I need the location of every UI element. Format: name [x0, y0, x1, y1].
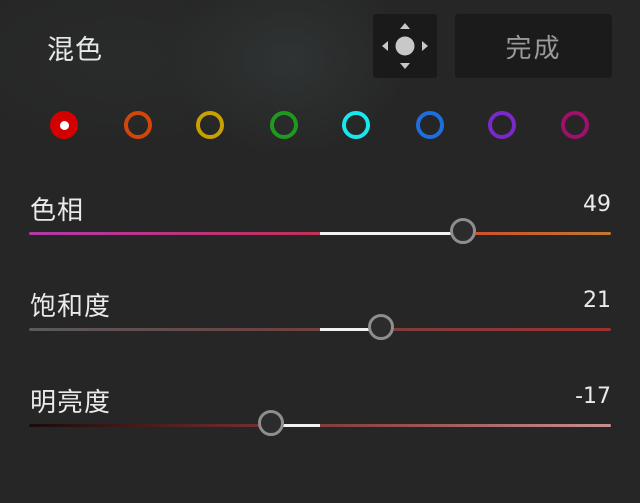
swatch-magenta[interactable] [561, 111, 589, 139]
slider-value: -17 [575, 384, 611, 409]
swatch-green[interactable] [270, 111, 298, 139]
slider-hue: 色相 49 [0, 190, 640, 270]
slider-label: 色相 [30, 196, 85, 226]
color-swatch-row [0, 108, 640, 148]
slider-luminance: 明亮度 -17 [0, 382, 640, 462]
slider-value: 49 [583, 192, 611, 217]
done-button[interactable]: 完成 [455, 14, 612, 78]
move-arrows-icon [382, 23, 428, 69]
swatch-aqua[interactable] [342, 111, 370, 139]
targeted-adjustment-button[interactable] [373, 14, 437, 78]
slider-thumb[interactable] [368, 314, 395, 340]
color-mix-panel: 混色 完成 色相 49 饱和度 21 明亮度 -17 [0, 0, 640, 503]
swatch-orange[interactable] [124, 111, 152, 139]
swatch-red[interactable] [50, 111, 78, 139]
swatch-purple[interactable] [488, 111, 516, 139]
panel-title: 混色 [47, 35, 103, 66]
selected-indicator-icon [59, 120, 69, 130]
slider-fill [320, 232, 463, 235]
slider-label: 饱和度 [30, 292, 112, 322]
slider-thumb[interactable] [257, 410, 284, 436]
slider-track[interactable] [29, 424, 611, 427]
swatch-blue[interactable] [416, 111, 444, 139]
slider-value: 21 [583, 288, 611, 313]
slider-thumb[interactable] [449, 218, 476, 244]
slider-label: 明亮度 [30, 388, 112, 418]
swatch-yellow[interactable] [196, 111, 224, 139]
slider-saturation: 饱和度 21 [0, 286, 640, 366]
